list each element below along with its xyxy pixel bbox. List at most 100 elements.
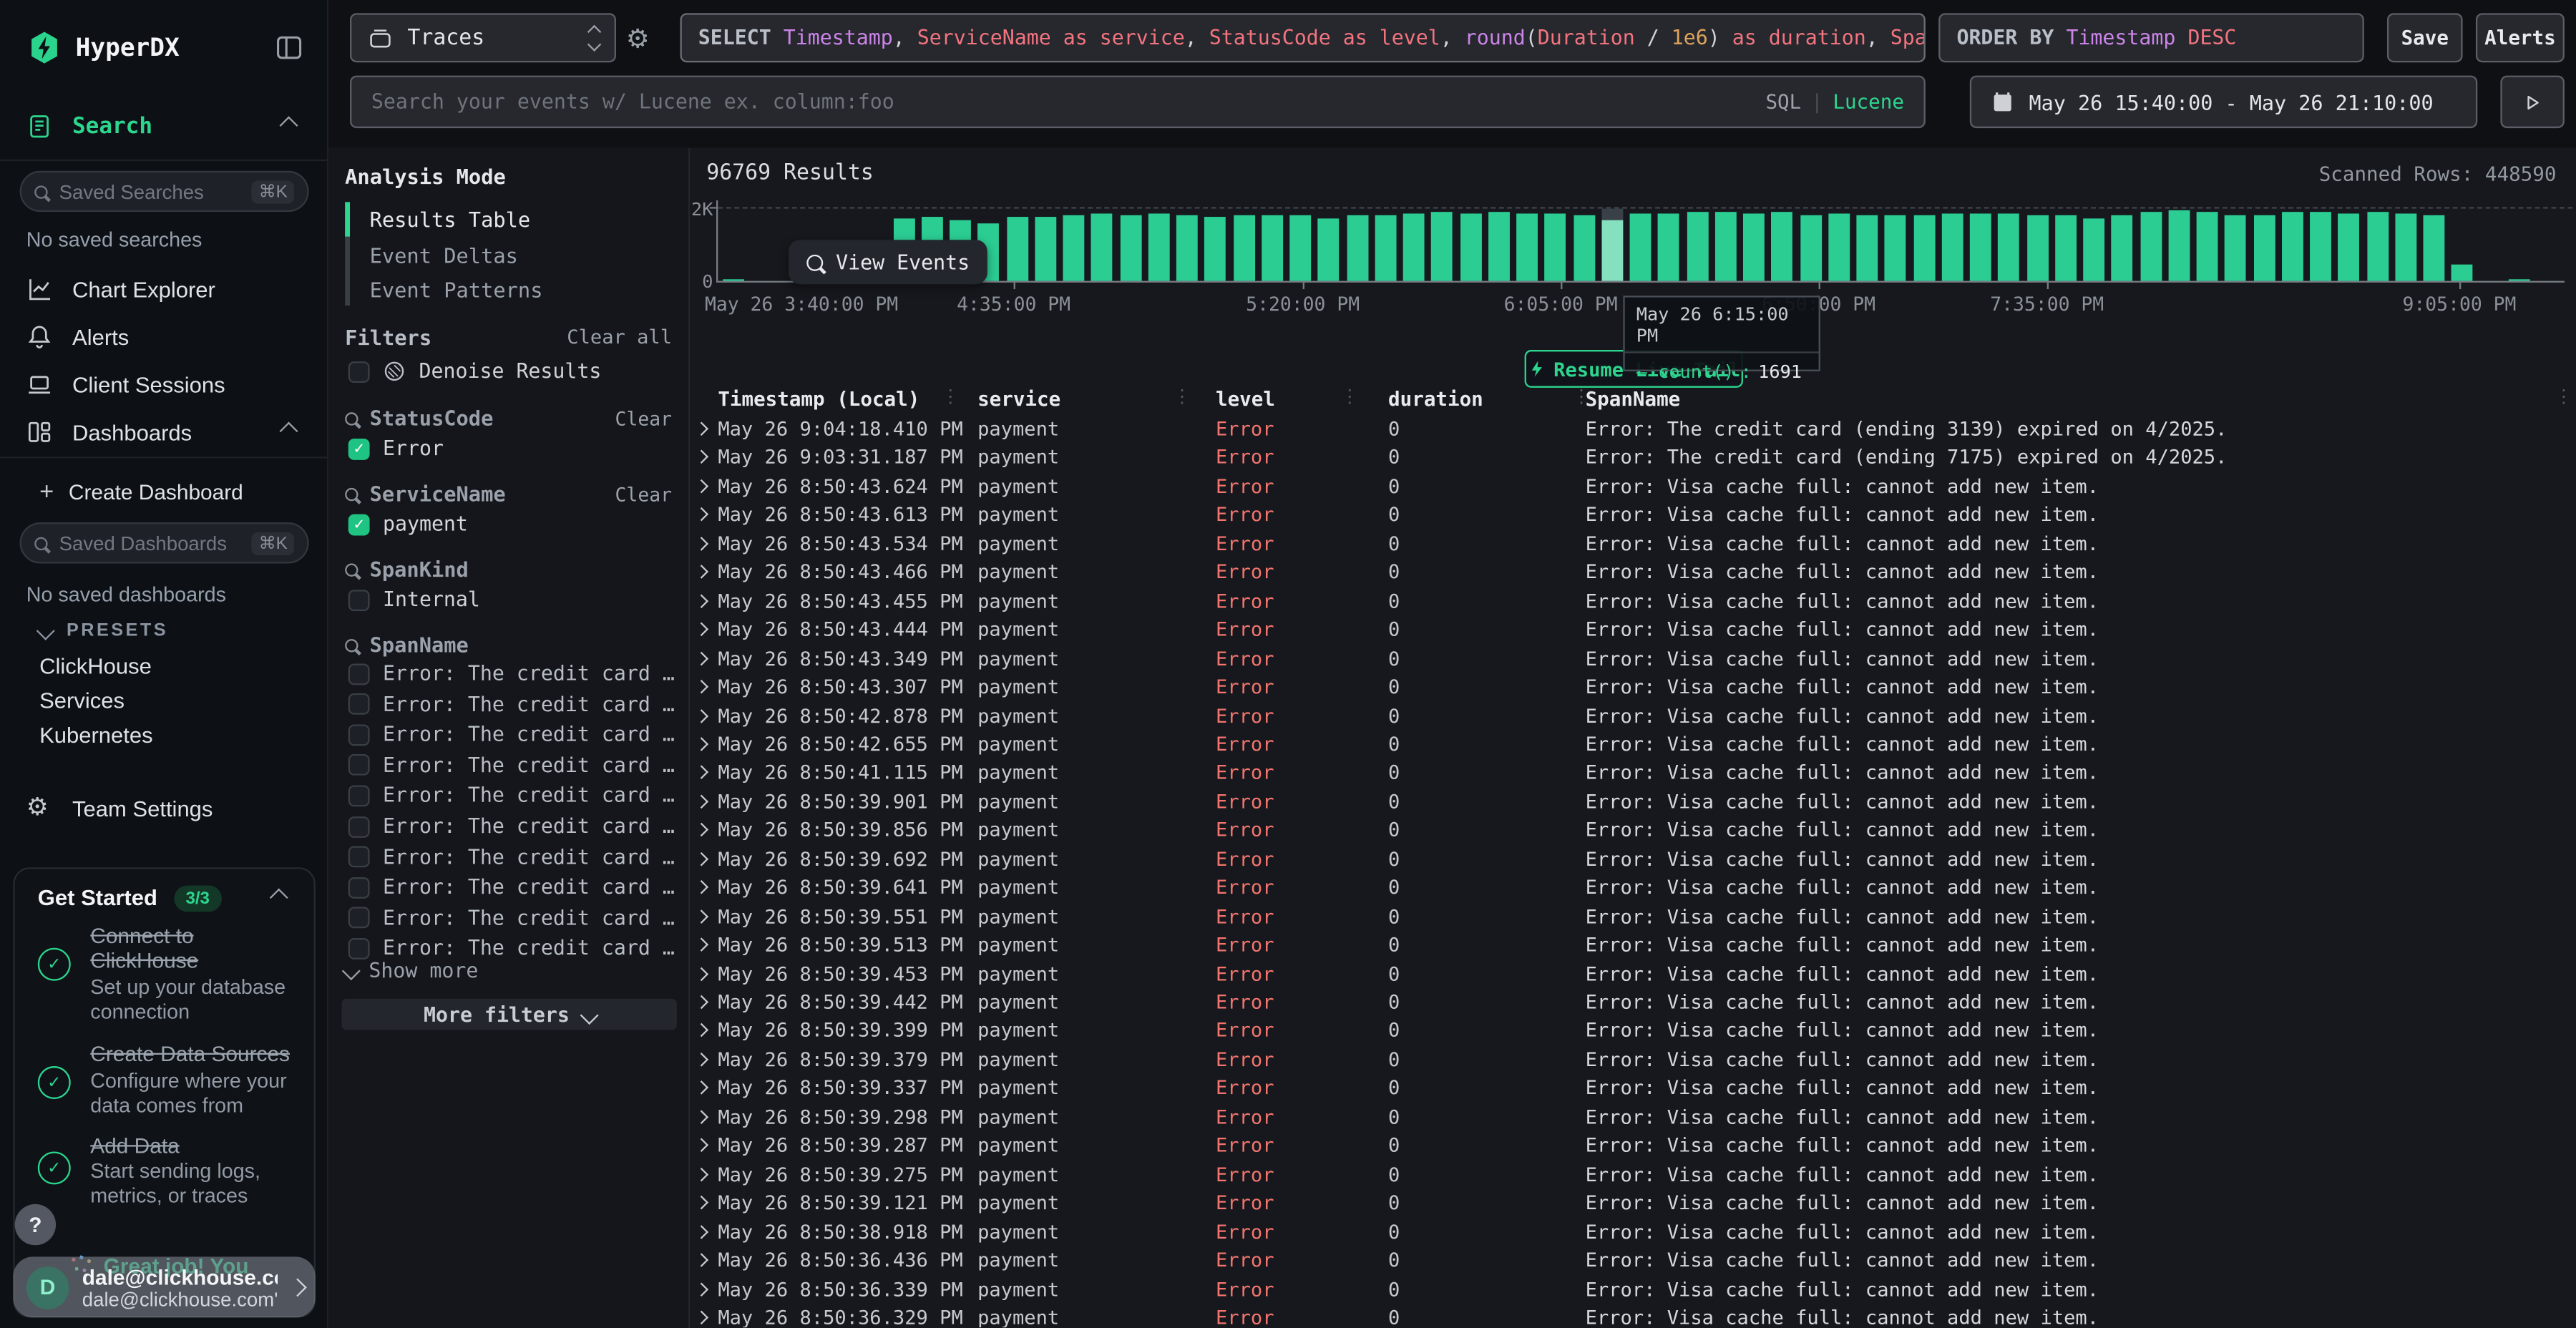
table-row[interactable]: May 26 8:50:43.624 PMpaymentError0Error:…	[690, 473, 2576, 502]
search-icon[interactable]	[345, 411, 358, 424]
checkbox-unchecked[interactable]	[348, 663, 370, 684]
lang-toggle-sql[interactable]: SQL	[1765, 90, 1801, 113]
histogram-bar[interactable]	[2253, 216, 2275, 281]
histogram-bar[interactable]	[2338, 214, 2360, 280]
histogram-bar[interactable]	[2451, 265, 2473, 281]
histogram-bar[interactable]	[1687, 211, 1708, 280]
histogram-bar[interactable]	[2395, 213, 2416, 280]
histogram-bar[interactable]	[1856, 215, 1878, 281]
more-filters-button[interactable]: More filters	[342, 999, 677, 1030]
results-histogram[interactable]	[718, 209, 2565, 281]
table-row[interactable]: May 26 8:50:39.121 PMpaymentError0Error:…	[690, 1190, 2576, 1219]
histogram-bar[interactable]	[2281, 211, 2303, 280]
histogram-bar[interactable]	[1828, 214, 1850, 280]
table-row[interactable]: May 26 8:50:42.655 PMpaymentError0Error:…	[690, 731, 2576, 760]
checkbox-checked[interactable]: ✓	[348, 438, 370, 459]
collapse-sidebar-icon[interactable]	[274, 33, 303, 62]
filter-option-internal[interactable]: Internal	[348, 588, 480, 611]
table-row[interactable]: May 26 8:50:41.115 PMpaymentError0Error:…	[690, 760, 2576, 788]
histogram-bar[interactable]	[1204, 217, 1226, 280]
search-input[interactable]: Search your events w/ Lucene ex. column:…	[350, 76, 1926, 128]
histogram-bar[interactable]	[1148, 214, 1169, 280]
source-select[interactable]: Traces	[350, 13, 616, 62]
table-row[interactable]: May 26 8:50:39.399 PMpaymentError0Error:…	[690, 1017, 2576, 1046]
source-settings-gear-icon[interactable]: ⚙	[626, 23, 650, 56]
checkbox-unchecked[interactable]	[348, 816, 370, 837]
table-row[interactable]: May 26 8:50:43.307 PMpaymentError0Error:…	[690, 673, 2576, 702]
histogram-bar[interactable]	[1630, 214, 1652, 280]
histogram-bar[interactable]	[1091, 214, 1113, 280]
table-row[interactable]: May 26 8:50:36.436 PMpaymentError0Error:…	[690, 1247, 2576, 1276]
table-row[interactable]: May 26 8:50:39.453 PMpaymentError0Error:…	[690, 960, 2576, 989]
preset-clickhouse[interactable]: ClickHouse	[39, 654, 152, 678]
chevron-up-icon[interactable]	[270, 889, 288, 907]
gs-item-title[interactable]: Connect to ClickHouse	[90, 923, 301, 972]
help-button[interactable]: ?	[15, 1204, 56, 1245]
histogram-bar[interactable]	[1658, 213, 1679, 280]
table-row[interactable]: May 26 8:50:43.444 PMpaymentError0Error:…	[690, 616, 2576, 645]
histogram-bar[interactable]	[1006, 217, 1028, 280]
column-resize-handle[interactable]: ⋮	[1340, 386, 1358, 408]
clear-all-button[interactable]: Clear all	[567, 326, 672, 348]
histogram-bar[interactable]	[2168, 210, 2190, 280]
histogram-bar[interactable]	[1488, 213, 1510, 280]
gs-item-title[interactable]: Add Data	[90, 1133, 301, 1158]
histogram-bar[interactable]	[1403, 214, 1425, 281]
spanname-filter-option[interactable]: Error: The credit card …	[348, 693, 675, 716]
histogram-bar[interactable]	[1318, 218, 1340, 280]
table-row[interactable]: May 26 8:50:39.551 PMpaymentError0Error:…	[690, 903, 2576, 932]
saved-searches-input[interactable]: Saved Searches ⌘K	[20, 171, 309, 212]
checkbox-unchecked[interactable]	[348, 846, 370, 868]
histogram-bar[interactable]	[1772, 213, 1793, 280]
sql-query-editor[interactable]: SELECT Timestamp, ServiceName as service…	[680, 13, 1926, 62]
histogram-bar[interactable]	[1460, 213, 1481, 280]
save-button[interactable]: Save	[2387, 13, 2463, 62]
order-by-editor[interactable]: ORDER BY Timestamp DESC	[1938, 13, 2364, 62]
filter-option-payment[interactable]: ✓ payment	[348, 512, 468, 535]
histogram-bar[interactable]	[1233, 215, 1254, 280]
table-row[interactable]: May 26 9:03:31.187 PMpaymentError0Error:…	[690, 444, 2576, 473]
histogram-bar[interactable]	[1063, 215, 1084, 281]
histogram-bar[interactable]	[1800, 215, 1821, 281]
spanname-filter-option[interactable]: Error: The credit card …	[348, 784, 675, 807]
show-more-button[interactable]: Show more	[345, 960, 478, 982]
table-row[interactable]: May 26 8:50:43.613 PMpaymentError0Error:…	[690, 502, 2576, 530]
histogram-bar[interactable]	[2112, 216, 2133, 281]
lang-toggle-lucene[interactable]: Lucene	[1833, 90, 1904, 113]
preset-services[interactable]: Services	[39, 688, 125, 713]
clear-button[interactable]: Clear	[615, 406, 672, 429]
histogram-bar[interactable]	[1714, 213, 1736, 280]
sidebar-item-search[interactable]: Search	[26, 113, 152, 140]
table-row[interactable]: May 26 8:50:39.692 PMpaymentError0Error:…	[690, 846, 2576, 874]
date-range-picker[interactable]: May 26 15:40:00 - May 26 21:10:00	[1970, 76, 2477, 128]
checkbox-unchecked[interactable]	[348, 877, 370, 898]
table-row[interactable]: May 26 8:50:39.856 PMpaymentError0Error:…	[690, 817, 2576, 846]
mode-results-table[interactable]: Results Table	[370, 207, 531, 231]
sidebar-item-alerts[interactable]: Alerts	[26, 323, 130, 350]
table-row[interactable]: May 26 8:50:39.513 PMpaymentError0Error:…	[690, 932, 2576, 960]
chevron-up-icon[interactable]	[280, 118, 297, 135]
histogram-bar[interactable]	[1601, 220, 1623, 280]
histogram-bar[interactable]	[1545, 213, 1566, 280]
sidebar-item-client-sessions[interactable]: Client Sessions	[26, 371, 225, 398]
checkbox-unchecked[interactable]	[348, 785, 370, 806]
histogram-bar[interactable]	[2423, 215, 2444, 281]
histogram-bar[interactable]	[1885, 215, 1906, 280]
histogram-bar[interactable]	[2366, 213, 2388, 280]
table-row[interactable]: May 26 8:50:43.534 PMpaymentError0Error:…	[690, 530, 2576, 559]
checkbox-unchecked[interactable]	[348, 693, 370, 715]
col-duration[interactable]: duration	[1388, 388, 1483, 411]
create-dashboard-button[interactable]: + Create Dashboard	[39, 478, 243, 506]
histogram-bar[interactable]	[1573, 215, 1594, 281]
table-row[interactable]: May 26 8:50:39.641 PMpaymentError0Error:…	[690, 874, 2576, 903]
table-row[interactable]: May 26 8:50:39.287 PMpaymentError0Error:…	[690, 1132, 2576, 1161]
checkbox-unchecked[interactable]	[348, 907, 370, 929]
table-row[interactable]: May 26 8:50:43.349 PMpaymentError0Error:…	[690, 645, 2576, 673]
histogram-bar[interactable]	[1347, 216, 1368, 281]
gs-item-title[interactable]: Create Data Sources	[90, 1042, 301, 1066]
preset-kubernetes[interactable]: Kubernetes	[39, 723, 153, 747]
spanname-filter-option[interactable]: Error: The credit card …	[348, 937, 675, 960]
search-icon[interactable]	[345, 638, 358, 651]
histogram-bar[interactable]	[1431, 212, 1453, 281]
histogram-bar[interactable]	[1375, 215, 1396, 280]
